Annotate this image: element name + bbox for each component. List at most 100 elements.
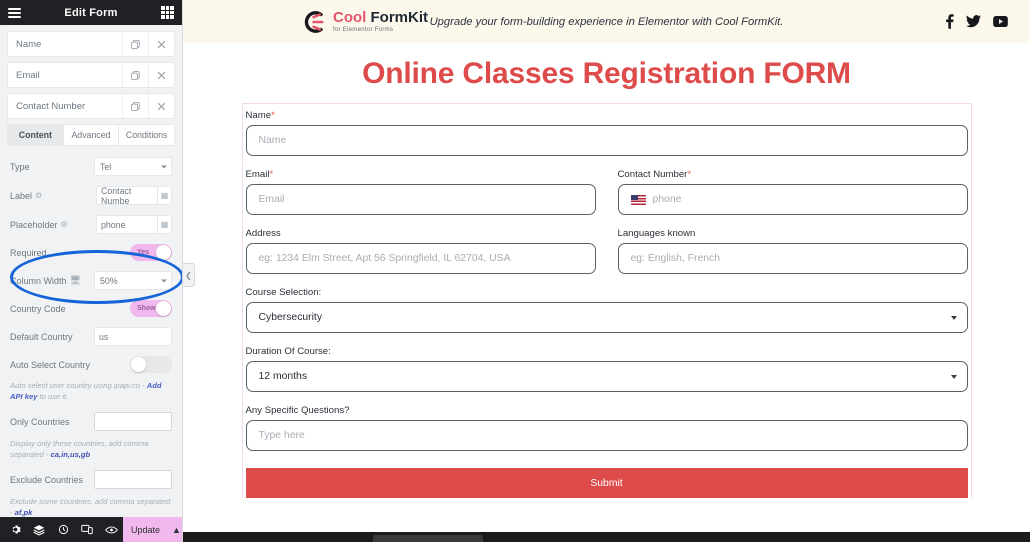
duplicate-field-icon[interactable] xyxy=(122,32,148,56)
remove-field-icon[interactable] xyxy=(148,94,174,118)
field-name: Name* Name xyxy=(245,110,968,156)
hamburger-menu-icon[interactable] xyxy=(8,7,21,18)
responsive-mode-icon[interactable] xyxy=(75,517,99,542)
history-clock-icon[interactable] xyxy=(51,517,75,542)
panel-title: Edit Form xyxy=(64,6,118,19)
chevron-down-icon xyxy=(161,165,167,168)
column-width-select[interactable]: 50% xyxy=(94,271,172,290)
duplicate-field-icon[interactable] xyxy=(122,63,148,87)
control-type-label: Type xyxy=(10,161,30,172)
tab-content[interactable]: Content xyxy=(7,124,63,146)
navigator-layers-icon[interactable] xyxy=(27,517,51,542)
auto-select-country-toggle[interactable] xyxy=(130,356,172,373)
update-button[interactable]: Update ▲ xyxy=(123,517,182,542)
tab-advanced[interactable]: Advanced xyxy=(62,124,119,146)
required-asterisk: * xyxy=(271,110,275,121)
remove-field-icon[interactable] xyxy=(148,32,174,56)
course-selection-value: Cybersecurity xyxy=(258,312,323,323)
us-flag-icon[interactable] xyxy=(630,194,646,205)
grid-apps-icon[interactable] xyxy=(161,6,174,19)
required-asterisk: * xyxy=(269,169,274,180)
preview-canvas: Upgrade your form-building experience in… xyxy=(183,0,1030,542)
collapse-panel-handle[interactable]: ❮ xyxy=(183,263,195,287)
default-country-input[interactable]: us xyxy=(94,327,172,346)
control-only-countries-label: Only Countries xyxy=(10,416,70,427)
chevron-down-icon xyxy=(161,279,167,282)
chevron-down-icon xyxy=(950,315,957,320)
preview-eye-icon[interactable] xyxy=(99,517,123,542)
control-auto-select-country: Auto Select Country xyxy=(7,351,175,378)
exclude-countries-input[interactable] xyxy=(94,470,172,489)
panel-header: Edit Form xyxy=(0,0,182,25)
only-countries-input[interactable] xyxy=(94,412,172,431)
specific-questions-input[interactable]: Type here xyxy=(245,420,968,451)
field-specific-questions-label: Any Specific Questions? xyxy=(245,405,350,416)
dynamic-tag-button[interactable]: ▦ xyxy=(158,186,172,205)
panel-body[interactable]: Name Email Contact Number Content Advanc… xyxy=(0,25,182,527)
duplicate-field-icon[interactable] xyxy=(122,94,148,118)
form-row-address-languages: Address eg: 1234 Elm Street, Apt 56 Spri… xyxy=(245,228,968,287)
facebook-icon[interactable] xyxy=(945,14,954,29)
dynamic-tags-icon[interactable]: ⚙ xyxy=(61,220,68,229)
contact-number-placeholder: phone xyxy=(652,194,682,205)
control-placeholder: Placeholder ⚙ phone ▦ xyxy=(7,210,175,239)
control-type: Type Tel xyxy=(7,152,175,181)
desktop-device-icon[interactable]: 🖥 xyxy=(70,275,81,286)
submit-button[interactable]: Submit xyxy=(245,468,968,498)
promo-bar: Upgrade your form-building experience in… xyxy=(183,0,1030,43)
address-input[interactable]: eg: 1234 Elm Street, Apt 56 Springfield,… xyxy=(245,243,596,274)
browser-bottom-strip xyxy=(183,532,1030,542)
form-field-item-email[interactable]: Email xyxy=(7,62,175,88)
elementor-edit-panel: Edit Form Name Email Contact Number Cont… xyxy=(0,0,183,542)
dynamic-tag-button[interactable]: ▦ xyxy=(158,215,172,234)
dynamic-tags-icon[interactable]: ⚙ xyxy=(35,191,42,200)
field-item-label: Name xyxy=(16,38,42,50)
languages-known-placeholder: eg: English, French xyxy=(630,253,721,264)
duration-select[interactable]: 12 months xyxy=(245,361,968,392)
control-column-width-label: Column Width 🖥 xyxy=(10,275,81,286)
duration-value: 12 months xyxy=(258,371,308,382)
placeholder-input-value: phone xyxy=(101,219,126,230)
required-asterisk: * xyxy=(687,169,692,180)
control-country-code: Country Code Show xyxy=(7,295,175,322)
control-label-label: Label ⚙ xyxy=(10,190,42,201)
tab-conditions[interactable]: Conditions xyxy=(118,124,176,146)
twitter-icon[interactable] xyxy=(966,15,981,28)
country-code-toggle-label: Show xyxy=(137,305,156,312)
taskbar-item[interactable] xyxy=(373,535,483,542)
specific-questions-placeholder: Type here xyxy=(258,430,305,441)
form-row-questions: Any Specific Questions? Type here xyxy=(245,405,968,464)
required-toggle[interactable]: Yes xyxy=(130,244,172,261)
control-default-country: Default Country us xyxy=(7,322,175,351)
field-address: Address eg: 1234 Elm Street, Apt 56 Spri… xyxy=(245,228,596,274)
social-links xyxy=(945,14,1008,29)
country-code-toggle[interactable]: Show xyxy=(130,300,172,317)
youtube-icon[interactable] xyxy=(993,16,1008,27)
default-country-value: us xyxy=(99,331,109,342)
field-contact-number-label: Contact Number* xyxy=(617,169,692,180)
field-course-selection: Course Selection: Cybersecurity xyxy=(245,287,968,333)
coolformkit-logo[interactable]: Cool FormKit for Elementor Forms xyxy=(301,9,428,35)
form-field-item-name[interactable]: Name xyxy=(7,31,175,57)
coolformkit-logo-icon xyxy=(301,9,327,35)
field-specific-questions: Any Specific Questions? Type here xyxy=(245,405,968,451)
settings-gear-icon[interactable] xyxy=(3,517,27,542)
name-input[interactable]: Name xyxy=(245,125,968,156)
type-select[interactable]: Tel xyxy=(94,157,172,176)
required-toggle-label: Yes xyxy=(137,249,150,256)
course-selection-select[interactable]: Cybersecurity xyxy=(245,302,968,333)
remove-field-icon[interactable] xyxy=(148,63,174,87)
placeholder-input[interactable]: phone xyxy=(96,215,158,234)
toggle-knob xyxy=(156,245,171,260)
field-contact-number: Contact Number* phone xyxy=(617,169,968,215)
chevron-up-icon[interactable]: ▲ xyxy=(172,525,181,535)
logo-subtitle: for Elementor Forms xyxy=(333,25,394,33)
form-field-item-contact-number[interactable]: Contact Number xyxy=(7,93,175,119)
field-languages-known-label: Languages known xyxy=(617,228,696,239)
languages-known-input[interactable]: eg: English, French xyxy=(617,243,968,274)
label-input[interactable]: Contact Numbe xyxy=(96,186,158,206)
form-row-course-selection: Course Selection: Cybersecurity xyxy=(245,287,968,346)
contact-number-input[interactable]: phone xyxy=(617,184,968,215)
email-input[interactable]: Email xyxy=(245,184,596,215)
form-row-email-contact: Email* Email Contact Number* phone xyxy=(245,169,968,228)
